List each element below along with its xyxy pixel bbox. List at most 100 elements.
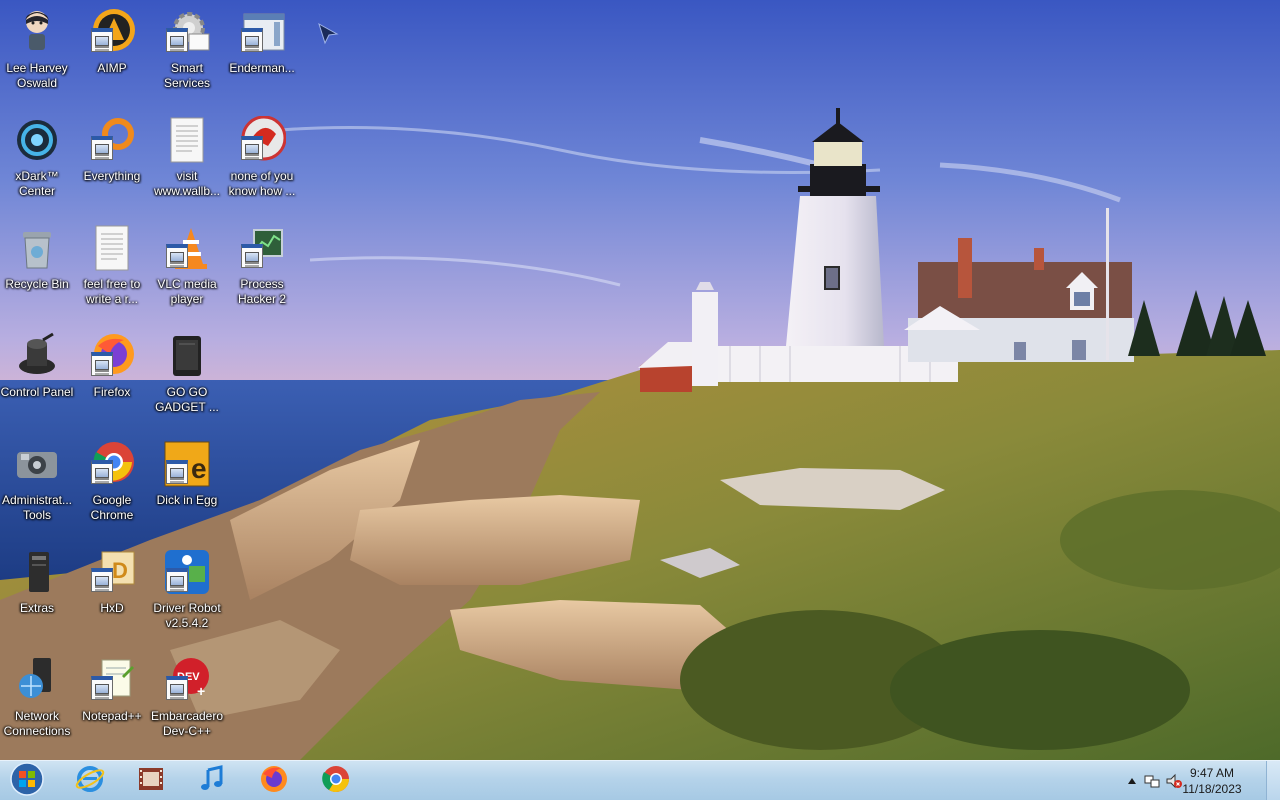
shortcut-overlay-icon: [166, 244, 188, 268]
desktop-icon-lee-harvey-oswald[interactable]: Lee Harvey Oswald: [0, 2, 74, 102]
desktop-icon-everything[interactable]: Everything: [75, 110, 149, 210]
desktop-icon-control-panel[interactable]: Control Panel: [0, 326, 74, 426]
desktop-icon-label: Embarcadero Dev-C++: [150, 709, 224, 738]
desktop-icon-label: Driver Robot v2.5.4.2: [153, 601, 221, 630]
desktop-icon-none-of-you[interactable]: none of you know how ...: [225, 110, 299, 210]
aimp-icon: [88, 8, 136, 56]
xdark-center-icon: [13, 116, 61, 164]
desktop-icon-feel-free[interactable]: feel free to write a r...: [75, 218, 149, 318]
desktop-icon-label: Extras: [19, 601, 54, 615]
shortcut-overlay-icon: [166, 568, 188, 592]
show-desktop-button[interactable]: [1266, 761, 1280, 800]
desktop-icon-network-connections[interactable]: Network Connections: [0, 650, 74, 750]
taskbar-firefox-button[interactable]: [248, 763, 300, 799]
shortcut-overlay-icon: [91, 676, 113, 700]
desktop-icon-label: Smart Services: [163, 61, 210, 90]
desktop-icon-grid: Lee Harvey Oswald AIMP Smart Services En…: [0, 0, 1280, 760]
desktop-icon-label: Administrat... Tools: [1, 493, 73, 522]
desktop-icon-driver-robot[interactable]: Driver Robot v2.5.4.2: [150, 542, 224, 642]
film-strip-icon: [136, 764, 166, 799]
desktop-icon-smart-services[interactable]: Smart Services: [150, 2, 224, 102]
notepad-plus-plus-icon: [88, 656, 136, 704]
network-icon[interactable]: [1144, 773, 1160, 789]
shortcut-overlay-icon: [241, 28, 263, 52]
shortcut-overlay-icon: [166, 676, 188, 700]
desktop-icon-dick-in-egg[interactable]: e Dick in Egg: [150, 434, 224, 534]
gear-icon: [163, 8, 211, 56]
mouse-cursor-icon: [317, 22, 341, 51]
music-note-icon: [197, 764, 227, 799]
control-panel-icon: [13, 332, 61, 380]
gadget-icon: [163, 332, 211, 380]
desktop-icon-visit-wallb[interactable]: visit www.wallb...: [150, 110, 224, 210]
windows-orb-icon: [9, 761, 45, 800]
desktop-icon-label: Notepad++: [82, 709, 142, 723]
everything-search-icon: [88, 116, 136, 164]
shortcut-overlay-icon: [241, 136, 263, 160]
desktop-icon-label: GO GO GADGET ...: [155, 385, 219, 414]
taskbar-clock[interactable]: 9:47 AM 11/18/2023: [1172, 765, 1252, 797]
desktop-icon-administrative-tools[interactable]: Administrat... Tools: [0, 434, 74, 534]
desktop-icon-label: Process Hacker 2: [237, 277, 287, 306]
chevron-up-icon[interactable]: [1124, 773, 1140, 789]
extras-icon: [13, 548, 61, 596]
desktop-icon-recycle-bin[interactable]: Recycle Bin: [0, 218, 74, 318]
desktop-icon-dev-cpp[interactable]: DEV + Embarcadero Dev-C++: [150, 650, 224, 750]
anime-character-icon: [13, 8, 61, 56]
desktop-icon-label: AIMP: [97, 61, 127, 75]
network-connections-icon: [13, 656, 61, 704]
desktop-icon-label: none of you know how ...: [228, 169, 296, 198]
desktop-icon-label: Enderman...: [229, 61, 295, 75]
svg-text:e: e: [191, 453, 207, 484]
firefox-icon: [259, 764, 289, 799]
desktop-icon-process-hacker[interactable]: Process Hacker 2: [225, 218, 299, 318]
hxd-icon: D: [88, 548, 136, 596]
clock-date: 11/18/2023: [1182, 782, 1242, 796]
desktop-icon-label: xDark™ Center: [15, 169, 59, 198]
shortcut-overlay-icon: [166, 28, 188, 52]
taskbar-music-button[interactable]: [186, 763, 238, 799]
process-hacker-icon: [238, 224, 286, 272]
desktop-icon-go-go-gadget[interactable]: GO GO GADGET ...: [150, 326, 224, 426]
desktop-icon-vlc[interactable]: VLC media player: [150, 218, 224, 318]
shortcut-overlay-icon: [166, 460, 188, 484]
internet-explorer-icon: [75, 764, 105, 799]
desktop-icon-label: Firefox: [93, 385, 131, 399]
desktop-icon-notepad-plus-plus[interactable]: Notepad++: [75, 650, 149, 750]
desktop-icon-label: Everything: [83, 169, 141, 183]
text-document-icon: [88, 224, 136, 272]
shortcut-overlay-icon: [91, 352, 113, 376]
desktop-icon-hxd[interactable]: D HxD: [75, 542, 149, 642]
desktop-icon-label: Google Chrome: [90, 493, 134, 522]
desktop-icon-label: HxD: [100, 601, 124, 615]
shortcut-overlay-icon: [91, 568, 113, 592]
desktop-icon-label: Network Connections: [3, 709, 71, 738]
desktop-icon-google-chrome[interactable]: Google Chrome: [75, 434, 149, 534]
taskbar-chrome-button[interactable]: [310, 763, 362, 799]
chrome-icon: [321, 764, 351, 799]
desktop-icon-label: Lee Harvey Oswald: [6, 61, 68, 90]
svg-text:D: D: [112, 558, 128, 583]
chrome-icon: [88, 440, 136, 488]
firefox-icon: [88, 332, 136, 380]
desktop-icon-label: visit www.wallb...: [153, 169, 221, 198]
start-button[interactable]: [5, 761, 49, 800]
vlc-cone-icon: [163, 224, 211, 272]
desktop-icon-firefox[interactable]: Firefox: [75, 326, 149, 426]
desktop-icon-label: Recycle Bin: [5, 277, 69, 291]
desktop-icon-label: VLC media player: [157, 277, 217, 306]
desktop-icon-label: feel free to write a r...: [83, 277, 141, 306]
desktop-icon-xdark-center[interactable]: xDark™ Center: [0, 110, 74, 210]
red-app-icon: [238, 116, 286, 164]
driver-robot-icon: [163, 548, 211, 596]
clock-time: 9:47 AM: [1189, 766, 1235, 780]
desktop-icon-label: Control Panel: [0, 385, 74, 399]
taskbar-media-button[interactable]: [125, 763, 177, 799]
recycle-bin-icon: [13, 224, 61, 272]
taskbar-internet-explorer-button[interactable]: [64, 763, 116, 799]
desktop-icon-enderman[interactable]: Enderman...: [225, 2, 299, 102]
desktop-icon-aimp[interactable]: AIMP: [75, 2, 149, 102]
admin-tools-icon: [13, 440, 61, 488]
egg-app-icon: e: [163, 440, 211, 488]
desktop-icon-extras[interactable]: Extras: [0, 542, 74, 642]
